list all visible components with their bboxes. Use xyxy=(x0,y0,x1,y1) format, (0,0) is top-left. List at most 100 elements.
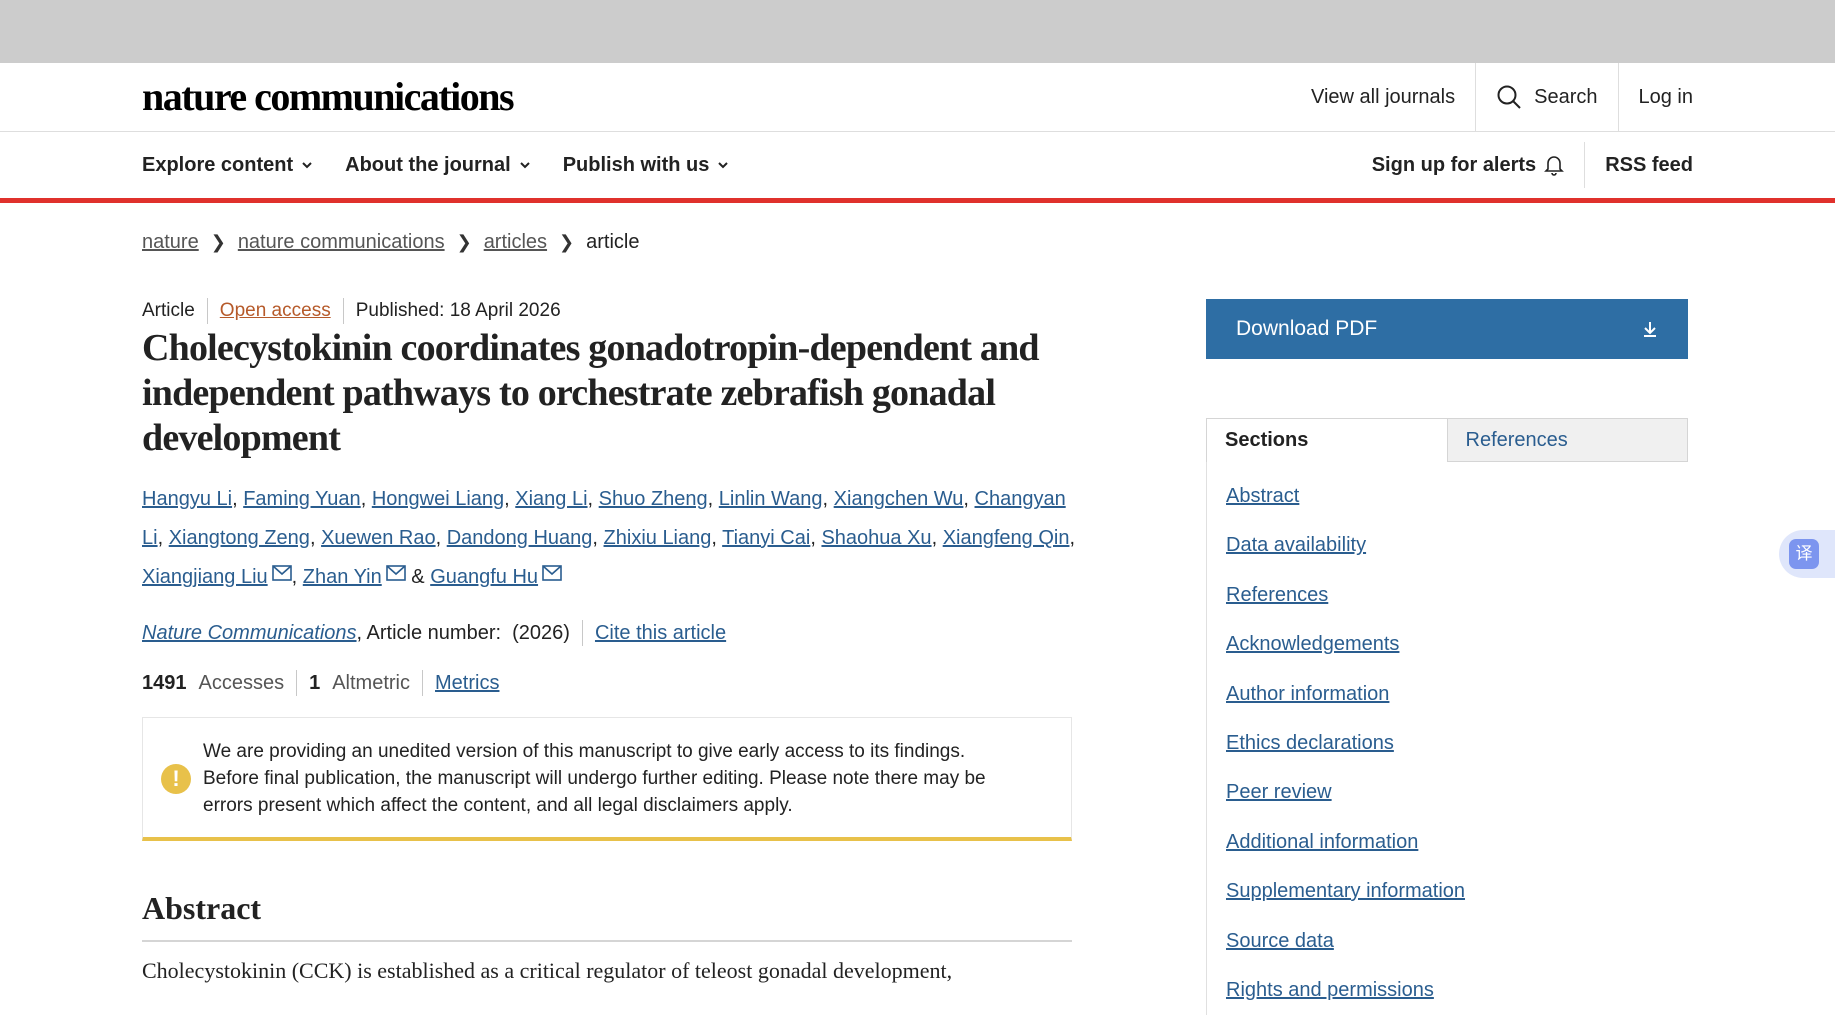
open-access-link[interactable]: Open access xyxy=(220,300,331,322)
breadcrumb: nature ❯ nature communications ❯ article… xyxy=(142,231,640,254)
chevron-right-icon: ❯ xyxy=(456,232,472,252)
chevron-down-icon xyxy=(519,162,530,169)
sign-up-alerts-link[interactable]: Sign up for alerts xyxy=(1352,132,1584,198)
explore-content-label: Explore content xyxy=(142,153,294,176)
explore-content-menu[interactable]: Explore content xyxy=(142,154,313,177)
warning-icon: ! xyxy=(161,764,191,794)
metrics-link[interactable]: Metrics xyxy=(435,672,499,695)
search-button[interactable]: Search xyxy=(1476,63,1617,131)
rss-feed-link[interactable]: RSS feed xyxy=(1585,132,1693,198)
section-link-abstract[interactable]: Abstract xyxy=(1207,472,1689,521)
nav-menus: Explore content About the journal Publis… xyxy=(142,132,761,198)
citation-line: Nature Communications , Article number: … xyxy=(142,620,726,646)
author-link[interactable]: Hongwei Liang xyxy=(372,488,504,510)
mail-icon[interactable] xyxy=(271,565,292,581)
author-link[interactable]: Xiangchen Wu xyxy=(834,488,964,510)
section-link-data-availability[interactable]: Data availability xyxy=(1207,521,1689,570)
site-header: nature communications View all journals … xyxy=(0,63,1835,132)
section-link-additional-information[interactable]: Additional information xyxy=(1207,818,1689,867)
abstract-heading: Abstract xyxy=(142,890,262,926)
article-number: , Article number: (2026) xyxy=(356,621,570,644)
main-nav: Explore content About the journal Publis… xyxy=(0,132,1835,203)
author-link[interactable]: Shaohua Xu xyxy=(821,527,931,549)
article-metrics: 1491 Accesses 1 Altmetric Metrics xyxy=(142,670,499,696)
author-link[interactable]: Tianyi Cai xyxy=(722,527,810,549)
author-link[interactable]: Shuo Zheng xyxy=(599,488,708,510)
sections-list: Abstract Data availability References Ac… xyxy=(1206,462,1689,1015)
breadcrumb-nature-communications[interactable]: nature communications xyxy=(238,231,445,254)
altmetric-label: Altmetric xyxy=(332,671,411,694)
section-link-source-data[interactable]: Source data xyxy=(1207,917,1689,966)
meta-divider xyxy=(342,298,344,324)
login-link[interactable]: Log in xyxy=(1619,63,1694,131)
meta-divider xyxy=(422,670,424,696)
published-date: Published: 18 April 2026 xyxy=(355,300,561,321)
author-link[interactable]: Zhan Yin xyxy=(303,566,382,588)
download-pdf-button[interactable]: Download PDF xyxy=(1206,299,1688,359)
meta-divider xyxy=(296,670,298,696)
chevron-down-icon xyxy=(302,162,312,169)
tab-references[interactable]: References xyxy=(1446,418,1688,462)
download-pdf-label: Download PDF xyxy=(1236,317,1378,340)
accesses-count: 1491 xyxy=(142,671,187,694)
section-link-ethics-declarations[interactable]: Ethics declarations xyxy=(1207,719,1689,768)
meta-divider xyxy=(206,298,208,324)
section-link-acknowledgements[interactable]: Acknowledgements xyxy=(1207,620,1689,669)
abstract-divider xyxy=(142,940,1072,942)
about-journal-menu[interactable]: About the journal xyxy=(345,154,531,177)
publish-with-us-label: Publish with us xyxy=(562,153,710,176)
search-label: Search xyxy=(1534,85,1598,108)
mail-icon[interactable] xyxy=(542,565,562,581)
author-link[interactable]: Xiangjiang Liu xyxy=(142,566,268,588)
bell-icon xyxy=(1544,156,1565,176)
translate-button[interactable]: 译 xyxy=(1779,530,1835,578)
header-actions: View all journals Search Log in xyxy=(1291,63,1693,131)
sidebar-tabs: Sections References xyxy=(1206,418,1688,462)
breadcrumb-nature[interactable]: nature xyxy=(142,231,199,254)
author-link[interactable]: Xiangtong Zeng xyxy=(169,527,310,549)
article-meta: Article Open access Published: 18 April … xyxy=(142,298,561,324)
section-link-peer-review[interactable]: Peer review xyxy=(1207,768,1689,817)
author-link[interactable]: Hangyu Li xyxy=(142,488,232,510)
search-icon xyxy=(1497,85,1521,109)
tab-sections[interactable]: Sections xyxy=(1206,418,1447,462)
meta-divider xyxy=(581,620,583,646)
download-icon xyxy=(1644,322,1656,337)
author-link[interactable]: Faming Yuan xyxy=(243,488,361,510)
section-link-references[interactable]: References xyxy=(1207,571,1689,620)
publish-with-us-menu[interactable]: Publish with us xyxy=(563,154,730,177)
author-link[interactable]: Linlin Wang xyxy=(719,488,823,510)
chevron-down-icon xyxy=(718,162,729,169)
breadcrumb-articles[interactable]: articles xyxy=(484,231,547,254)
cite-article-link[interactable]: Cite this article xyxy=(595,622,726,645)
alerts-label: Sign up for alerts xyxy=(1371,153,1537,176)
journal-logo[interactable]: nature communications xyxy=(142,73,515,120)
author-link[interactable]: Xuewen Rao xyxy=(321,527,436,549)
author-link[interactable]: Zhixiu Liang xyxy=(604,527,712,549)
breadcrumb-current: article xyxy=(586,231,640,253)
chevron-right-icon: ❯ xyxy=(210,232,226,252)
article-title: Cholecystokinin coordinates gonadotropin… xyxy=(142,327,1040,459)
article-type: Article xyxy=(142,300,195,321)
author-link[interactable]: Guangfu Hu xyxy=(430,566,538,588)
section-link-author-information[interactable]: Author information xyxy=(1207,670,1689,719)
section-link-supplementary-information[interactable]: Supplementary information xyxy=(1207,867,1689,916)
browser-top-bar xyxy=(0,0,1835,63)
abstract-text: Cholecystokinin (CCK) is established as … xyxy=(142,958,953,983)
view-all-journals-link[interactable]: View all journals xyxy=(1291,63,1475,131)
altmetric-count: 1 xyxy=(309,671,321,694)
author-link[interactable]: Xiangfeng Qin xyxy=(943,527,1070,549)
author-link[interactable]: Dandong Huang xyxy=(447,527,593,549)
author-list: Hangyu Li, Faming Yuan, Hongwei Liang, X… xyxy=(142,488,1076,588)
translate-icon: 译 xyxy=(1789,539,1819,569)
notice-text: We are providing an unedited version of … xyxy=(203,741,986,816)
chevron-right-icon: ❯ xyxy=(559,232,575,252)
nav-actions: Sign up for alerts RSS feed xyxy=(1352,132,1693,198)
author-link[interactable]: Xiang Li xyxy=(515,488,587,510)
section-link-rights-and-permissions[interactable]: Rights and permissions xyxy=(1207,966,1689,1015)
early-access-notice: ! We are providing an unedited version o… xyxy=(142,717,1072,841)
mail-icon[interactable] xyxy=(385,565,406,581)
accesses-label: Accesses xyxy=(198,671,285,694)
about-journal-label: About the journal xyxy=(345,153,511,176)
journal-link[interactable]: Nature Communications xyxy=(142,622,357,645)
